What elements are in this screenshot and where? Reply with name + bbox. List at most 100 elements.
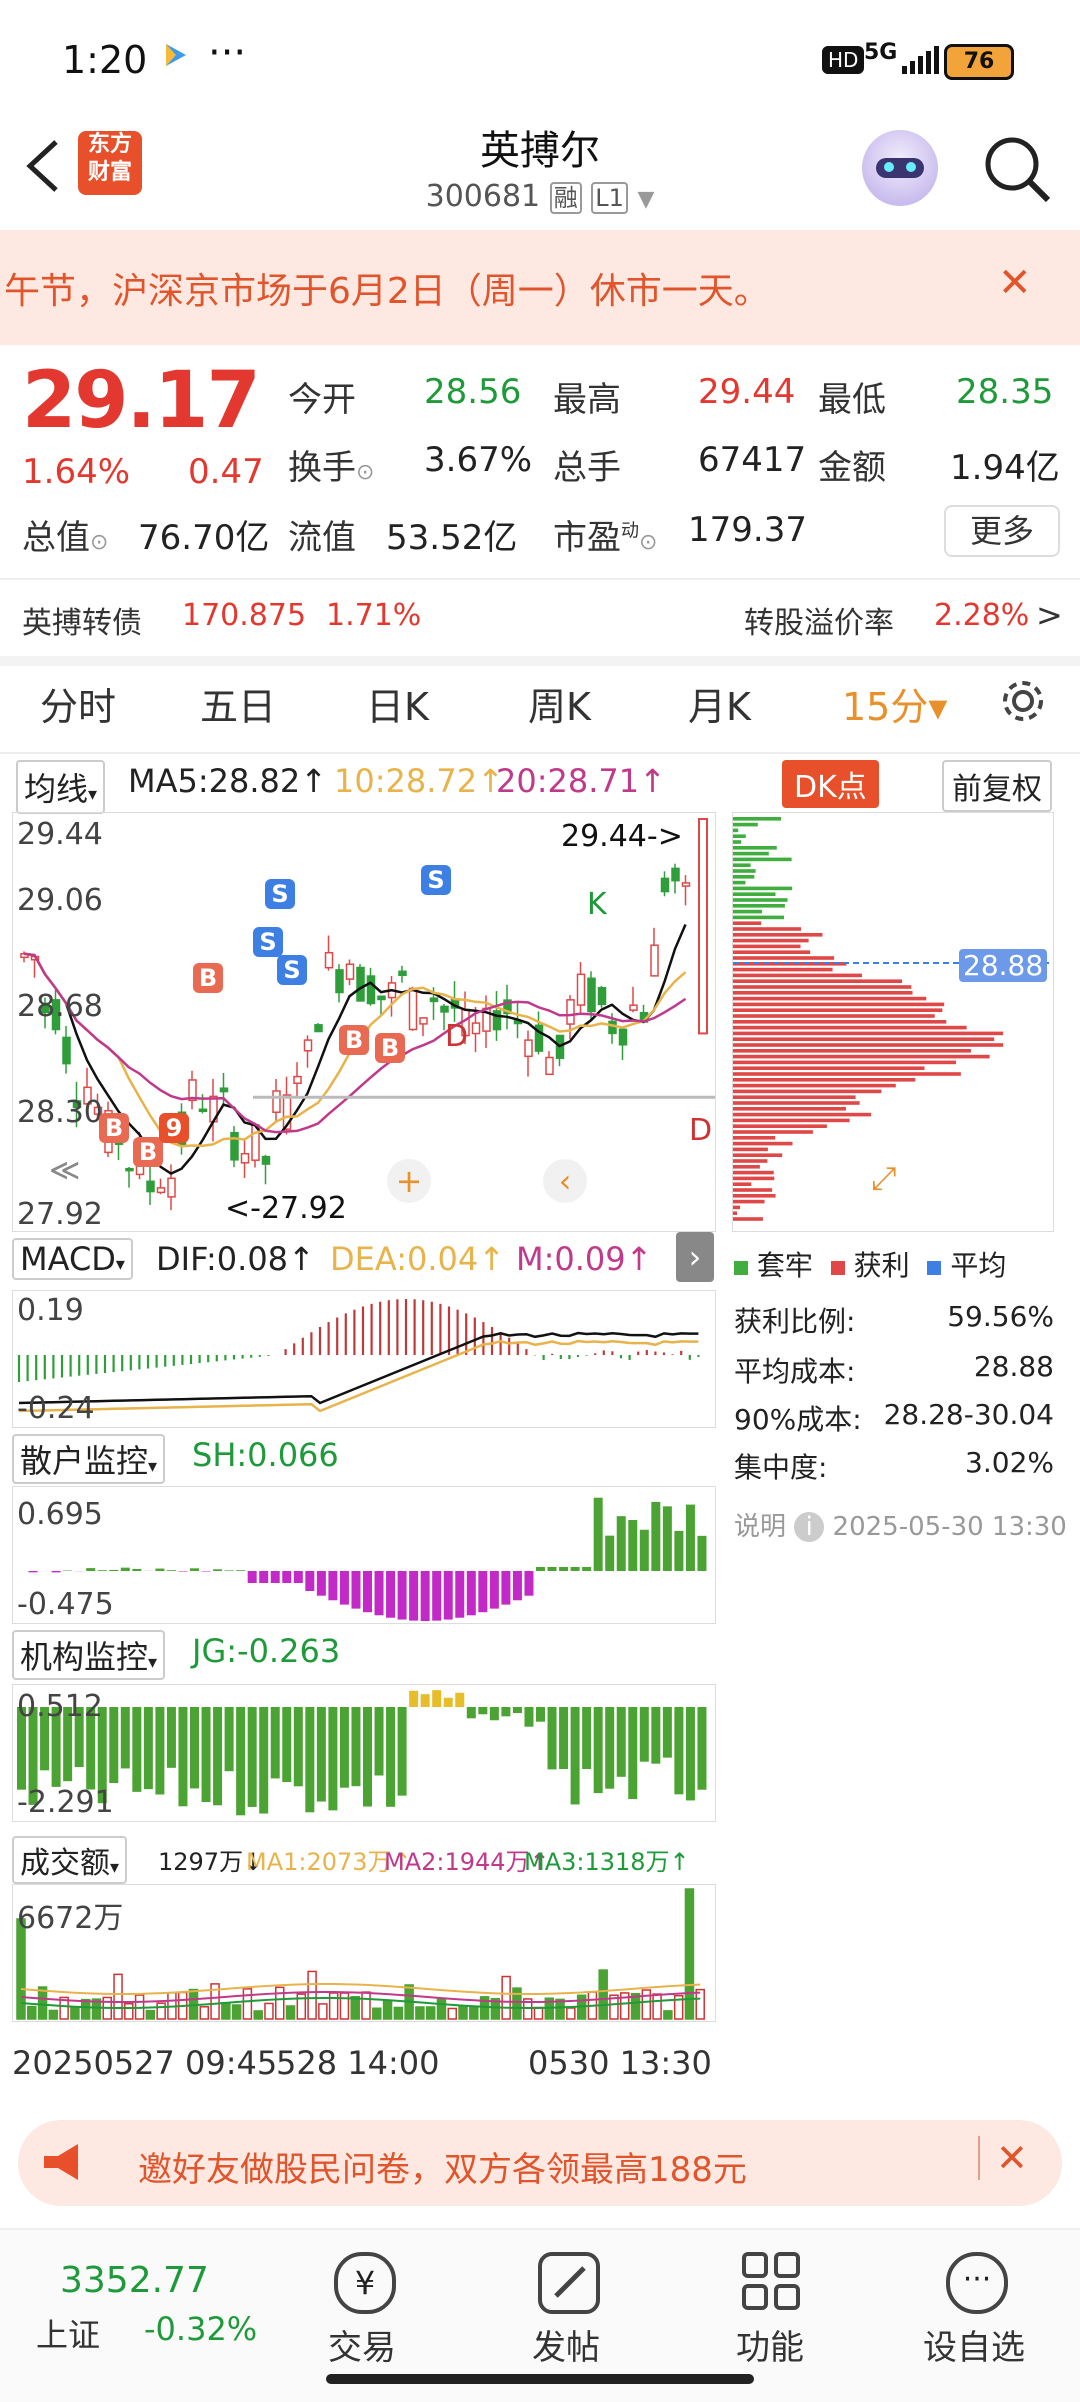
buy-signal[interactable]: B: [375, 1033, 405, 1063]
candle-body: [221, 1088, 228, 1091]
chip-bar: [733, 1211, 737, 1215]
inst-bar: [663, 1707, 672, 1758]
retail-monitor-chart[interactable]: 0.695 -0.475: [12, 1486, 716, 1624]
inst-bar: [398, 1707, 407, 1796]
kline-chart[interactable]: 29.44 29.06 28.68 28.30 27.92 29.44-> <-…: [12, 812, 716, 1232]
retail-bar: [294, 1571, 303, 1583]
buy-signal[interactable]: B: [339, 1025, 369, 1055]
chip-bar: [733, 991, 913, 995]
chip-distribution-chart[interactable]: 28.88 ⤢: [732, 812, 1054, 1232]
volume-select[interactable]: 成交额▾: [12, 1836, 127, 1884]
inst-bar: [340, 1707, 349, 1788]
chart-settings-button[interactable]: [998, 676, 1048, 730]
inst-bar: [386, 1707, 395, 1807]
premium-value: 2.28%: [934, 598, 1029, 633]
y-min-label: -0.24: [17, 1391, 95, 1426]
x-axis-label: 528 14:00: [276, 2044, 439, 2082]
tab-post[interactable]: 发帖: [486, 2240, 646, 2380]
inst-bar: [409, 1691, 418, 1707]
tab-add-watchlist[interactable]: ··· 设自选: [894, 2240, 1054, 2380]
chip-bar: [733, 1066, 924, 1070]
zoom-in-icon[interactable]: +: [387, 1159, 431, 1203]
volume-bar: [642, 1990, 650, 2019]
candle-body: [273, 1091, 280, 1112]
chip-bar: [733, 997, 926, 1001]
macd-select[interactable]: MACD▾: [12, 1238, 133, 1280]
volume-bar: [362, 1992, 370, 2019]
search-button[interactable]: [982, 134, 1052, 208]
adjust-button[interactable]: 前复权: [942, 760, 1052, 812]
chip-bar: [733, 1078, 915, 1082]
k-signal: K: [587, 887, 607, 922]
legend-label: 获利: [854, 1249, 910, 1282]
scroll-left-icon[interactable]: ≪: [49, 1153, 80, 1188]
buy-signal[interactable]: B: [133, 1137, 163, 1167]
volume-chart[interactable]: 6672万: [12, 1884, 716, 2022]
candle-body: [126, 1169, 133, 1171]
close-icon[interactable]: ✕: [998, 260, 1032, 306]
more-button[interactable]: 更多: [944, 505, 1060, 557]
sh-value: SH:0.066: [192, 1436, 339, 1474]
promo-banner[interactable]: 邀好友做股民问卷，双方各领最高188元 ✕: [18, 2120, 1062, 2206]
ma5-value: MA5:28.82↑: [128, 762, 327, 800]
tab-weekly-k[interactable]: 周K: [528, 676, 591, 731]
collapse-panel-button[interactable]: ›: [676, 1232, 714, 1282]
close-icon[interactable]: ✕: [978, 2136, 1028, 2180]
tab-15min[interactable]: 15分▾: [842, 676, 947, 731]
inst-bar: [259, 1707, 268, 1814]
macd-chart[interactable]: 0.19 -0.24: [12, 1290, 716, 1428]
dif-value: DIF:0.08↑: [156, 1240, 315, 1278]
volume-bar: [114, 1974, 122, 2019]
retail-bar: [617, 1516, 626, 1571]
volume-bar: [437, 1999, 445, 2019]
chevron-right-icon[interactable]: >: [1036, 596, 1063, 634]
robot-avatar-icon[interactable]: [862, 130, 938, 206]
price-change: 0.47: [188, 452, 264, 492]
info-icon[interactable]: i: [794, 1512, 824, 1542]
sell-signal[interactable]: S: [265, 879, 295, 909]
battery-icon: 76: [944, 44, 1014, 80]
chip-note[interactable]: 说明 i 2025-05-30 13:30: [734, 1506, 1067, 1543]
tab-daily-k[interactable]: 日K: [366, 676, 429, 731]
index-ticker[interactable]: 3352.77 上证 -0.32%: [0, 2230, 260, 2402]
candle-body: [567, 1000, 574, 1024]
tab-intraday[interactable]: 分时: [40, 676, 116, 731]
tab-monthly-k[interactable]: 月K: [688, 676, 751, 731]
chip-bar: [733, 1142, 793, 1146]
volume-bar: [28, 2007, 36, 2019]
expand-icon[interactable]: ⤢: [871, 1159, 897, 1198]
float-value: 53.52亿: [386, 510, 517, 559]
inst-bar: [455, 1693, 464, 1707]
chip-bar: [733, 921, 761, 925]
tab-five-day[interactable]: 五日: [200, 676, 276, 731]
chip-bar: [733, 1061, 956, 1065]
inst-select[interactable]: 机构监控▾: [12, 1630, 165, 1680]
tab-functions[interactable]: 功能: [690, 2240, 850, 2380]
inst-monitor-chart[interactable]: 0.512 -2.291: [12, 1684, 716, 1822]
ma-select[interactable]: 均线▾: [16, 760, 105, 814]
dk-point-button[interactable]: DK点: [782, 760, 879, 808]
retail-bar: [686, 1505, 695, 1571]
retail-select[interactable]: 散户监控▾: [12, 1434, 165, 1484]
chip-bar: [733, 817, 781, 821]
sell-signal[interactable]: S: [421, 865, 451, 895]
conv-bond-name[interactable]: 英搏转债: [22, 598, 142, 642]
prev-icon[interactable]: ‹: [543, 1159, 587, 1203]
sell-signal[interactable]: S: [277, 955, 307, 985]
tab-trade[interactable]: ¥ 交易: [282, 2240, 442, 2380]
retail-bar: [663, 1506, 672, 1571]
buy-signal[interactable]: B: [193, 963, 223, 993]
x-axis-label: 0530 13:30: [528, 2044, 712, 2082]
chip-bar: [733, 956, 834, 960]
premium-label: 转股溢价率: [744, 598, 894, 642]
chip-bar: [733, 962, 846, 966]
chip-bar: [733, 1008, 942, 1012]
nine-signal[interactable]: 9: [159, 1113, 189, 1143]
sell-signal[interactable]: S: [253, 927, 283, 957]
chip-bar: [733, 869, 756, 873]
market-notice-banner[interactable]: 午节，沪深京市场于6月2日（周一）休市一天。 ✕: [0, 230, 1080, 345]
conv-bond-price: 170.875: [182, 598, 306, 633]
buy-signal[interactable]: B: [99, 1113, 129, 1143]
volume-bar: [459, 2007, 467, 2019]
retail-bar: [478, 1571, 487, 1612]
